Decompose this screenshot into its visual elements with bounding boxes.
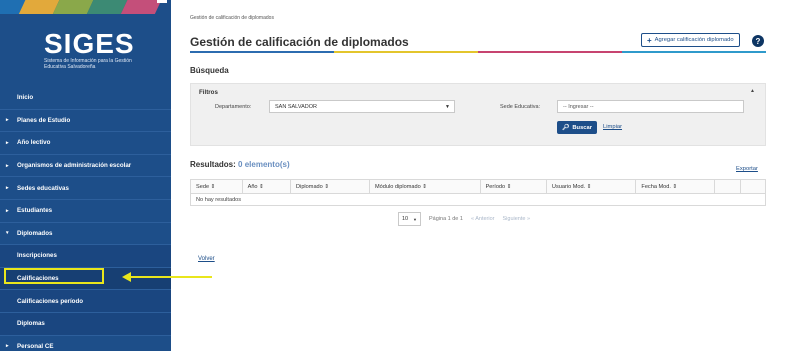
pagination: 10 ▼ Página 1 de 1 « Anterior Siguiente … bbox=[398, 212, 530, 226]
logo-title: SIGES bbox=[44, 28, 135, 59]
column-header-action bbox=[714, 179, 741, 194]
sede-label: Sede Educativa: bbox=[500, 104, 541, 110]
breadcrumb: Gestión de calificación de diplomados bbox=[190, 15, 274, 21]
sidebar-menu: Inicio ▸ Planes de Estudio ▸ Año lectivo… bbox=[0, 87, 171, 351]
main-content: Gestión de calificación de diplomados Ge… bbox=[183, 0, 783, 351]
sidebar-item-label: Estudiantes bbox=[17, 207, 53, 215]
caret-icon: ▸ bbox=[6, 117, 9, 124]
column-header-action bbox=[739, 179, 767, 194]
column-header-periodo[interactable]: Período ⇕ bbox=[479, 179, 547, 194]
sidebar-item-inicio[interactable]: Inicio bbox=[0, 87, 171, 110]
results-title: Resultados: 0 elemento(s) bbox=[190, 160, 290, 169]
sidebar-item-estudiantes[interactable]: ▸ Estudiantes bbox=[0, 200, 171, 223]
sede-input[interactable]: -- Ingresar -- bbox=[557, 100, 744, 113]
search-button[interactable]: 🔎︎ Buscar bbox=[557, 121, 598, 134]
rule-segment bbox=[190, 51, 334, 53]
filters-panel: Filtros ▲ Departamento: SAN SALVADOR ▼ S… bbox=[190, 83, 766, 146]
sidebar-item-inscripciones[interactable]: Inscripciones bbox=[0, 245, 171, 268]
highlight-box bbox=[4, 268, 104, 284]
column-header-fecha[interactable]: Fecha Mod. ⇕ bbox=[635, 179, 716, 194]
rule-segment bbox=[478, 51, 622, 53]
page-title: Gestión de calificación de diplomados bbox=[190, 35, 409, 49]
add-calificacion-button[interactable]: + Agregar calificación diplomado bbox=[641, 33, 740, 47]
prev-page-link[interactable]: « Anterior bbox=[471, 216, 495, 222]
caret-icon: ▸ bbox=[6, 185, 9, 192]
table-header-row: Sede ⇕ Año ⇕ Diplomado ⇕ Módulo diplomad… bbox=[190, 179, 767, 194]
chevron-down-icon: ▼ bbox=[445, 103, 450, 110]
export-link[interactable]: Exportar bbox=[736, 166, 758, 172]
sidebar-item-planes-de-estudio[interactable]: ▸ Planes de Estudio bbox=[0, 110, 171, 133]
back-link[interactable]: Volver bbox=[198, 256, 215, 262]
departamento-label: Departamento: bbox=[215, 104, 252, 110]
results-table: Sede ⇕ Año ⇕ Diplomado ⇕ Módulo diplomad… bbox=[190, 179, 767, 206]
sidebar-item-ano-lectivo[interactable]: ▸ Año lectivo bbox=[0, 132, 171, 155]
rule-segment bbox=[334, 51, 478, 53]
departamento-select[interactable]: SAN SALVADOR ▼ bbox=[269, 100, 455, 113]
table-row: No hay resultados bbox=[190, 193, 766, 206]
search-section-title: Búsqueda bbox=[190, 66, 229, 75]
column-header-sede[interactable]: Sede ⇕ bbox=[190, 179, 243, 194]
sidebar-item-label: Personal CE bbox=[17, 342, 54, 350]
logo-subtitle: Sistema de Información para la Gestión E… bbox=[44, 58, 132, 70]
sidebar-item-calificaciones-periodo[interactable]: Calificaciones período bbox=[0, 290, 171, 313]
empty-message: No hay resultados bbox=[190, 193, 766, 206]
column-header-ano[interactable]: Año ⇕ bbox=[241, 179, 292, 194]
caret-icon: ▸ bbox=[6, 162, 9, 169]
title-rule bbox=[190, 51, 766, 53]
sidebar-item-sedes-educativas[interactable]: ▸ Sedes educativas bbox=[0, 177, 171, 200]
results-label: Resultados: bbox=[190, 160, 236, 169]
sidebar-item-diplomas[interactable]: Diplomas bbox=[0, 312, 171, 336]
help-icon[interactable]: ? bbox=[752, 35, 764, 47]
sidebar-item-label: Diplomas bbox=[17, 320, 45, 328]
results-count: 0 elemento(s) bbox=[238, 160, 290, 169]
sidebar-item-label: Inscripciones bbox=[17, 252, 57, 260]
sidebar-item-label: Inicio bbox=[17, 94, 34, 102]
clear-link[interactable]: Limpiar bbox=[603, 124, 622, 130]
sidebar-item-label: Año lectivo bbox=[17, 139, 51, 147]
search-button-label: Buscar bbox=[572, 124, 593, 131]
per-page-value: 10 bbox=[402, 216, 409, 222]
sidebar-item-label: Diplomados bbox=[17, 229, 53, 237]
sidebar-item-personal-ce[interactable]: ▸ Personal CE bbox=[0, 336, 171, 351]
departamento-value: SAN SALVADOR bbox=[275, 103, 317, 110]
collapse-icon[interactable]: ▲ bbox=[750, 88, 755, 94]
caret-icon: ▸ bbox=[6, 207, 9, 214]
next-page-link[interactable]: Siguiente » bbox=[503, 216, 531, 222]
search-icon: 🔎︎ bbox=[562, 124, 570, 131]
page-info: Página 1 de 1 bbox=[429, 216, 463, 222]
sidebar-item-organismos[interactable]: ▸ Organismos de administración escolar bbox=[0, 155, 171, 178]
sede-placeholder: -- Ingresar -- bbox=[563, 103, 594, 110]
per-page-select[interactable]: 10 ▼ bbox=[398, 212, 421, 226]
sidebar-item-diplomados[interactable]: ▾ Diplomados bbox=[0, 223, 171, 246]
logo-area: SIGES Sistema de Información para la Ges… bbox=[0, 0, 171, 86]
plus-icon: + bbox=[647, 35, 652, 45]
sidebar-item-label: Sedes educativas bbox=[17, 184, 69, 192]
rule-segment bbox=[622, 51, 766, 53]
column-header-usuario[interactable]: Usuario Mod. ⇕ bbox=[545, 179, 637, 194]
sidebar-item-label: Planes de Estudio bbox=[17, 116, 71, 124]
add-button-label: Agregar calificación diplomado bbox=[654, 37, 734, 43]
filters-title: Filtros bbox=[199, 89, 218, 96]
caret-icon: ▸ bbox=[6, 139, 9, 146]
sidebar: SIGES Sistema de Información para la Ges… bbox=[0, 0, 171, 351]
column-header-diplomado[interactable]: Diplomado ⇕ bbox=[290, 179, 370, 194]
menu-toggle-icon[interactable] bbox=[157, 0, 167, 3]
column-header-modulo[interactable]: Módulo diplomado ⇕ bbox=[369, 179, 481, 194]
brand-stripes bbox=[0, 0, 171, 14]
caret-icon: ▾ bbox=[6, 230, 9, 237]
sidebar-item-label: Organismos de administración escolar bbox=[17, 162, 132, 170]
sidebar-item-label: Calificaciones período bbox=[17, 297, 84, 305]
app: SIGES Sistema de Información para la Ges… bbox=[0, 0, 789, 351]
chevron-down-icon: ▼ bbox=[413, 216, 417, 222]
caret-icon: ▸ bbox=[6, 343, 9, 350]
